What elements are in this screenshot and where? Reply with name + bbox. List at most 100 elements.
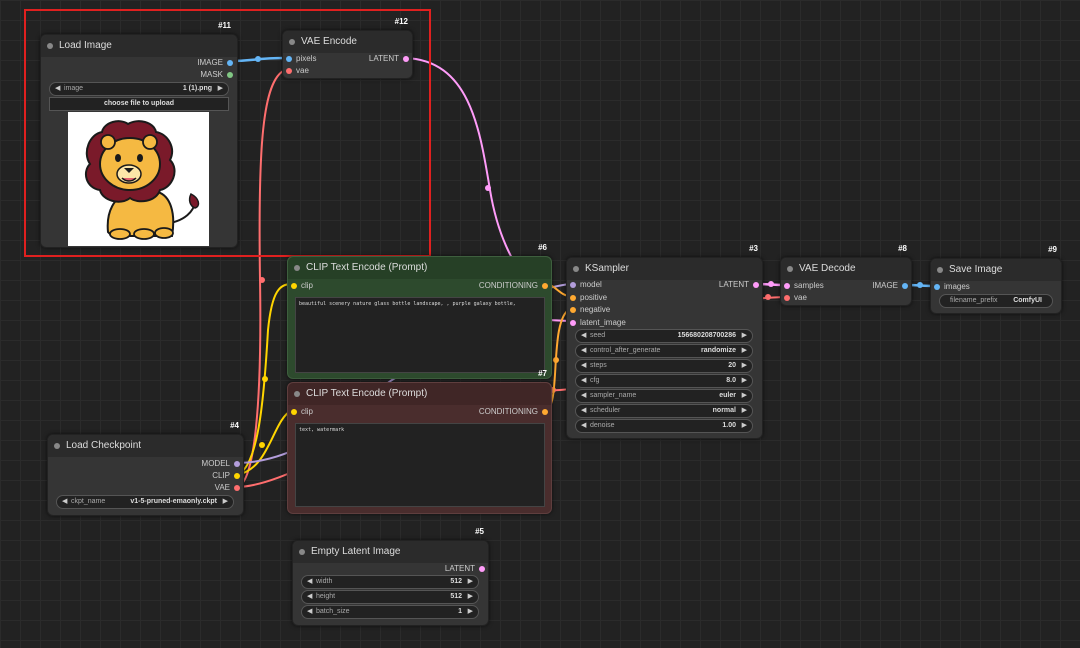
output-latent[interactable]: LATENT: [445, 564, 485, 574]
node-title[interactable]: CLIP Text Encode (Prompt): [288, 383, 551, 405]
input-samples[interactable]: samples: [784, 281, 824, 291]
output-mask[interactable]: MASK: [200, 70, 233, 80]
arrow-left-icon[interactable]: ◀: [581, 345, 586, 357]
arrow-left-icon[interactable]: ◀: [581, 405, 586, 417]
node-title[interactable]: KSampler: [567, 258, 762, 280]
seed-widget[interactable]: ◀ seed 156680208700286 ▶: [575, 329, 753, 343]
arrow-right-icon[interactable]: ▶: [742, 330, 747, 342]
collapse-dot[interactable]: [47, 43, 53, 49]
node-title[interactable]: VAE Decode: [781, 258, 911, 280]
sampler-name-widget[interactable]: ◀ sampler_name euler ▶: [575, 389, 753, 403]
vae-decode-node[interactable]: #8 VAE Decode samples vae IMAGE: [780, 244, 912, 306]
arrow-left-icon[interactable]: ◀: [307, 606, 312, 618]
prompt-textarea[interactable]: text, watermark: [295, 423, 545, 507]
arrow-right-icon[interactable]: ▶: [742, 345, 747, 357]
output-conditioning[interactable]: CONDITIONING: [479, 281, 548, 291]
arrow-right-icon[interactable]: ▶: [468, 606, 473, 618]
arrow-right-icon[interactable]: ▶: [468, 576, 473, 588]
node-title[interactable]: VAE Encode: [283, 31, 412, 53]
arrow-right-icon[interactable]: ▶: [742, 360, 747, 372]
arrow-right-icon[interactable]: ▶: [742, 420, 747, 432]
arrow-left-icon[interactable]: ◀: [307, 591, 312, 603]
clip-text-encode-negative-node[interactable]: #7 CLIP Text Encode (Prompt) clip CONDIT…: [287, 369, 552, 514]
input-positive[interactable]: positive: [570, 293, 607, 303]
collapse-dot[interactable]: [573, 266, 579, 272]
arrow-right-icon[interactable]: ▶: [742, 390, 747, 402]
empty-latent-image-node[interactable]: #5 Empty Latent Image LATENT ◀ width 512 ▶ …: [292, 527, 489, 626]
arrow-left-icon[interactable]: ◀: [581, 390, 586, 402]
collapse-dot[interactable]: [289, 39, 295, 45]
steps-widget[interactable]: ◀ steps 20 ▶: [575, 359, 753, 373]
node-title[interactable]: Load Image: [41, 35, 237, 57]
input-images[interactable]: images: [934, 282, 970, 292]
output-image[interactable]: IMAGE: [872, 281, 908, 291]
save-image-node[interactable]: #9 Save Image images filename_prefix Comf…: [930, 245, 1062, 314]
widget-label: steps: [590, 362, 607, 369]
collapse-dot[interactable]: [937, 267, 943, 273]
node-title-text: Empty Latent Image: [311, 546, 401, 557]
input-clip[interactable]: clip: [291, 407, 313, 417]
arrow-right-icon[interactable]: ▶: [218, 83, 223, 95]
width-widget[interactable]: ◀ width 512 ▶: [301, 575, 479, 589]
image-combo-widget[interactable]: ◀ image 1 (1).png ▶: [49, 82, 229, 96]
arrow-left-icon[interactable]: ◀: [581, 420, 586, 432]
widget-label: batch_size: [316, 608, 350, 615]
arrow-left-icon[interactable]: ◀: [62, 496, 67, 508]
height-widget[interactable]: ◀ height 512 ▶: [301, 590, 479, 604]
output-latent[interactable]: LATENT: [719, 280, 759, 290]
load-image-node[interactable]: #11 Load Image IMAGE MASK ◀ image 1 (1).…: [40, 21, 238, 248]
output-vae[interactable]: VAE: [215, 483, 240, 493]
filename-prefix-widget[interactable]: filename_prefix ComfyUI: [939, 294, 1053, 308]
arrow-right-icon[interactable]: ▶: [223, 496, 228, 508]
arrow-left-icon[interactable]: ◀: [581, 375, 586, 387]
collapse-dot[interactable]: [54, 443, 60, 449]
load-checkpoint-node[interactable]: #4 Load Checkpoint MODEL CLIP VAE ◀ ckpt_…: [47, 421, 244, 516]
input-negative[interactable]: negative: [570, 305, 610, 315]
ckpt-name-widget[interactable]: ◀ ckpt_name v1-5-pruned-emaonly.ckpt ▶: [56, 495, 234, 509]
arrow-left-icon[interactable]: ◀: [307, 576, 312, 588]
node-title[interactable]: Save Image: [931, 259, 1061, 281]
node-title[interactable]: CLIP Text Encode (Prompt): [288, 257, 551, 279]
input-model[interactable]: model: [570, 280, 602, 290]
arrow-right-icon[interactable]: ▶: [742, 375, 747, 387]
arrow-left-icon[interactable]: ◀: [581, 330, 586, 342]
collapse-dot[interactable]: [787, 266, 793, 272]
port-label: pixels: [296, 54, 317, 63]
output-image[interactable]: IMAGE: [197, 58, 233, 68]
input-clip[interactable]: clip: [291, 281, 313, 291]
collapse-dot[interactable]: [294, 265, 300, 271]
prompt-textarea[interactable]: beautiful scenery nature glass bottle la…: [295, 297, 545, 373]
clip-text-encode-positive-node[interactable]: #6 CLIP Text Encode (Prompt) clip CONDIT…: [287, 243, 552, 379]
batch-size-widget[interactable]: ◀ batch_size 1 ▶: [301, 605, 479, 619]
image-preview: [68, 112, 209, 246]
denoise-widget[interactable]: ◀ denoise 1.00 ▶: [575, 419, 753, 433]
arrow-right-icon[interactable]: ▶: [468, 591, 473, 603]
input-pixels[interactable]: pixels: [286, 54, 316, 64]
widget-label: sampler_name: [590, 392, 637, 399]
widget-value: v1-5-pruned-emaonly.ckpt: [130, 498, 217, 505]
scheduler-widget[interactable]: ◀ scheduler normal ▶: [575, 404, 753, 418]
widget-label: scheduler: [590, 407, 621, 414]
output-conditioning[interactable]: CONDITIONING: [479, 407, 548, 417]
cfg-widget[interactable]: ◀ cfg 8.0 ▶: [575, 374, 753, 388]
output-clip[interactable]: CLIP: [212, 471, 240, 481]
output-model[interactable]: MODEL: [202, 459, 240, 469]
input-vae[interactable]: vae: [286, 66, 309, 76]
node-title[interactable]: Load Checkpoint: [48, 435, 243, 457]
arrow-right-icon[interactable]: ▶: [742, 405, 747, 417]
input-latent-image[interactable]: latent_image: [570, 318, 626, 328]
node-title-text: CLIP Text Encode (Prompt): [306, 388, 428, 399]
vae-encode-node[interactable]: #12 VAE Encode pixels vae LATENT: [282, 17, 413, 79]
node-title[interactable]: Empty Latent Image: [293, 541, 488, 563]
node-id: #5: [475, 527, 484, 536]
arrow-left-icon[interactable]: ◀: [55, 83, 60, 95]
output-latent[interactable]: LATENT: [369, 54, 409, 64]
collapse-dot[interactable]: [299, 549, 305, 555]
ksampler-node[interactable]: #3 KSampler model positive negative late…: [566, 244, 763, 439]
widget-label: height: [316, 593, 336, 600]
input-vae[interactable]: vae: [784, 293, 807, 303]
arrow-left-icon[interactable]: ◀: [581, 360, 586, 372]
upload-button[interactable]: choose file to upload: [49, 97, 229, 111]
collapse-dot[interactable]: [294, 391, 300, 397]
control-after-generate-widget[interactable]: ◀ control_after_generate randomize ▶: [575, 344, 753, 358]
